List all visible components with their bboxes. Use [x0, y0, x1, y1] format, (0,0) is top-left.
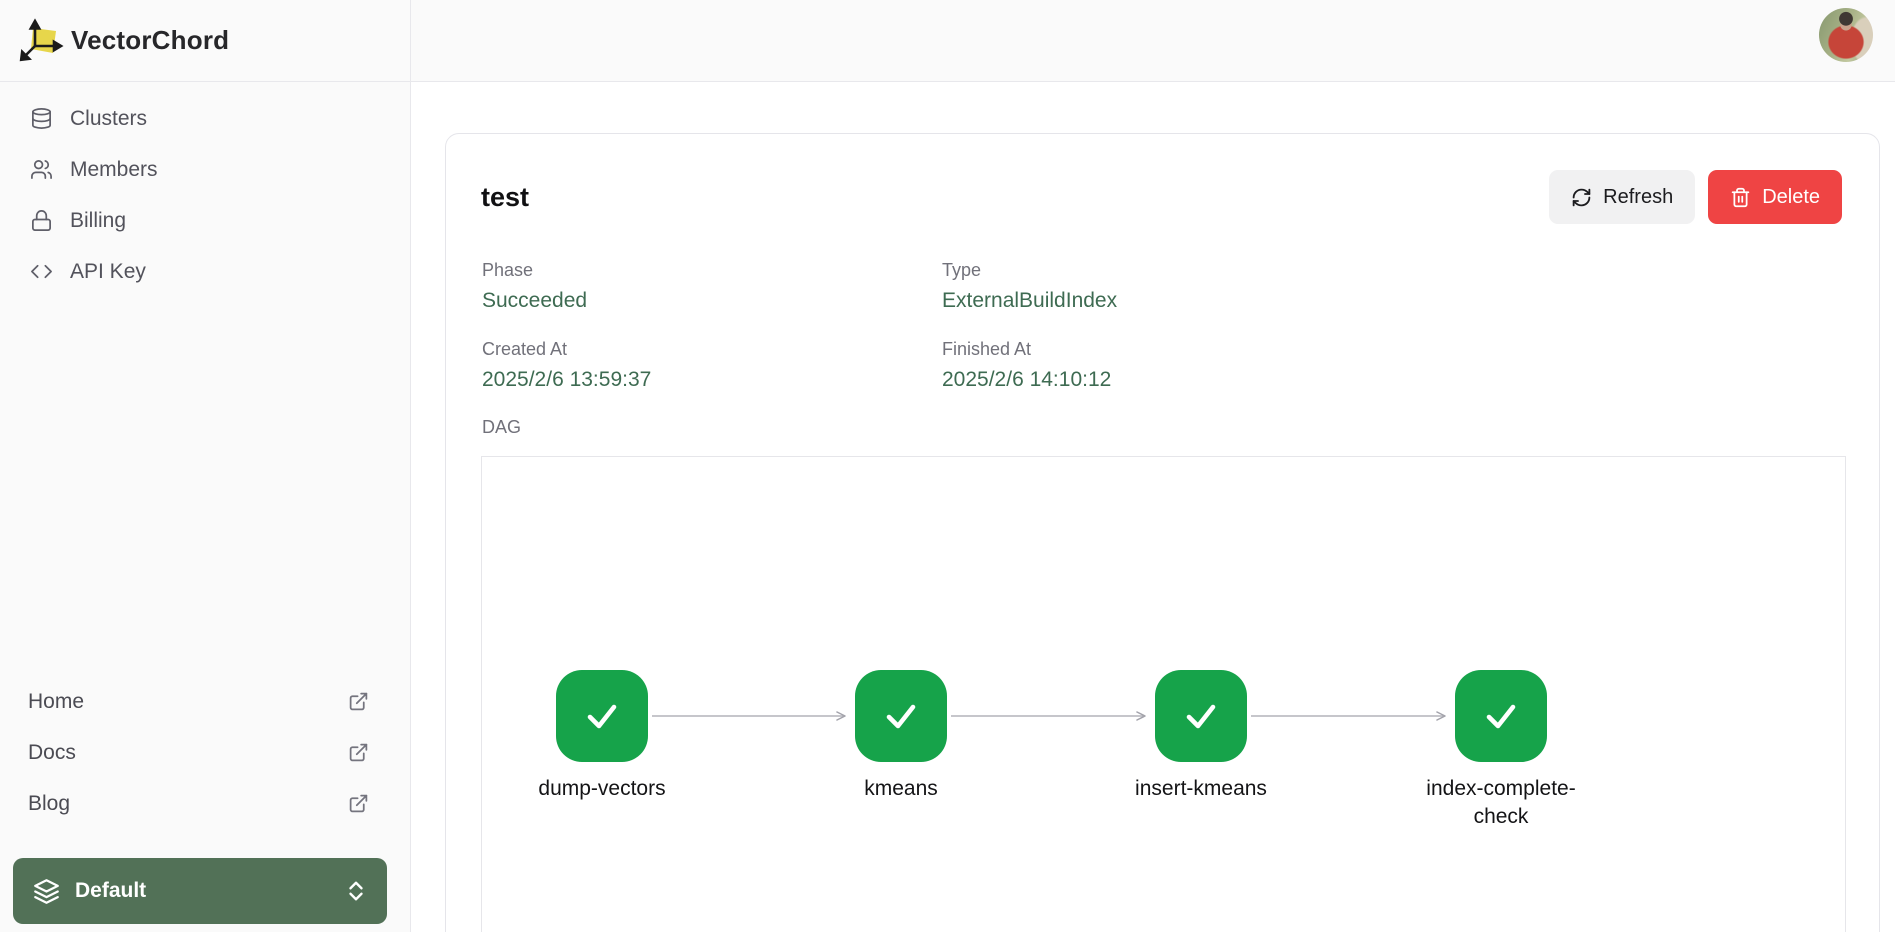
refresh-button[interactable]: Refresh	[1549, 170, 1695, 224]
dag-canvas[interactable]: dump-vectors kmeans insert-kmeans index-…	[481, 456, 1846, 932]
page-title: test	[481, 182, 529, 213]
detail-type: Type ExternalBuildIndex	[942, 260, 1117, 313]
detail-finished-at: Finished At 2025/2/6 14:10:12	[942, 339, 1111, 392]
detail-label: Type	[942, 260, 1117, 281]
topbar	[411, 0, 1895, 82]
check-icon	[1475, 690, 1527, 742]
trash-icon	[1730, 187, 1751, 208]
detail-label: Created At	[482, 339, 651, 360]
detail-phase: Phase Succeeded	[482, 260, 587, 313]
layers-icon	[33, 878, 60, 905]
detail-created-at: Created At 2025/2/6 13:59:37	[482, 339, 651, 392]
database-icon	[30, 107, 53, 130]
main-area: test Refresh Delete Phase	[411, 0, 1895, 932]
chevrons-up-down-icon	[345, 878, 367, 904]
code-icon	[30, 260, 53, 283]
users-icon	[30, 158, 53, 181]
detail-value: Succeeded	[482, 289, 587, 313]
detail-value: 2025/2/6 14:10:12	[942, 368, 1111, 392]
delete-button[interactable]: Delete	[1708, 170, 1842, 224]
sidebar-external-links: Home Docs Blog	[0, 676, 410, 829]
avatar[interactable]	[1819, 8, 1873, 62]
external-link-icon	[348, 793, 369, 814]
sidebar-item-billing[interactable]: Billing	[0, 195, 410, 246]
external-link-icon	[348, 742, 369, 763]
brand-logo-icon	[18, 18, 64, 64]
detail-label: Finished At	[942, 339, 1111, 360]
check-icon	[576, 690, 628, 742]
sidebar-item-api-key[interactable]: API Key	[0, 246, 410, 297]
sidebar: VectorChord Clusters Members Billing API…	[0, 0, 411, 932]
refresh-label: Refresh	[1603, 186, 1673, 209]
link-label: Blog	[28, 792, 70, 816]
external-link-icon	[348, 691, 369, 712]
link-label: Docs	[28, 741, 76, 765]
link-docs[interactable]: Docs	[0, 727, 410, 778]
sidebar-nav: Clusters Members Billing API Key	[0, 93, 410, 297]
check-icon	[1175, 690, 1227, 742]
detail-value: 2025/2/6 13:59:37	[482, 368, 651, 392]
workspace-selector[interactable]: Default	[13, 858, 387, 924]
dag-node-label: insert-kmeans	[1081, 775, 1321, 803]
job-detail-card: test Refresh Delete Phase	[445, 133, 1880, 932]
link-home[interactable]: Home	[0, 676, 410, 727]
dag-section-label: DAG	[482, 417, 521, 438]
detail-label: Phase	[482, 260, 587, 281]
delete-label: Delete	[1762, 186, 1820, 209]
sidebar-item-clusters[interactable]: Clusters	[0, 93, 410, 144]
link-label: Home	[28, 690, 84, 714]
sidebar-item-label: Billing	[70, 209, 126, 233]
sidebar-item-label: Clusters	[70, 107, 147, 131]
lock-icon	[30, 209, 53, 232]
dag-node-label: dump-vectors	[482, 775, 722, 803]
dag-node-index-complete-check[interactable]	[1455, 670, 1547, 762]
dag-node-label: index-complete-check	[1416, 775, 1586, 832]
dag-node-label: kmeans	[781, 775, 1021, 803]
link-blog[interactable]: Blog	[0, 778, 410, 829]
sidebar-item-label: API Key	[70, 260, 146, 284]
detail-value: ExternalBuildIndex	[942, 289, 1117, 313]
sidebar-item-label: Members	[70, 158, 158, 182]
workspace-name: Default	[75, 879, 146, 903]
check-icon	[875, 690, 927, 742]
brand: VectorChord	[0, 0, 410, 82]
brand-name: VectorChord	[71, 25, 229, 56]
refresh-icon	[1571, 187, 1592, 208]
dag-node-dump-vectors[interactable]	[556, 670, 648, 762]
dag-node-kmeans[interactable]	[855, 670, 947, 762]
dag-node-insert-kmeans[interactable]	[1155, 670, 1247, 762]
sidebar-item-members[interactable]: Members	[0, 144, 410, 195]
card-actions: Refresh Delete	[1549, 170, 1842, 224]
